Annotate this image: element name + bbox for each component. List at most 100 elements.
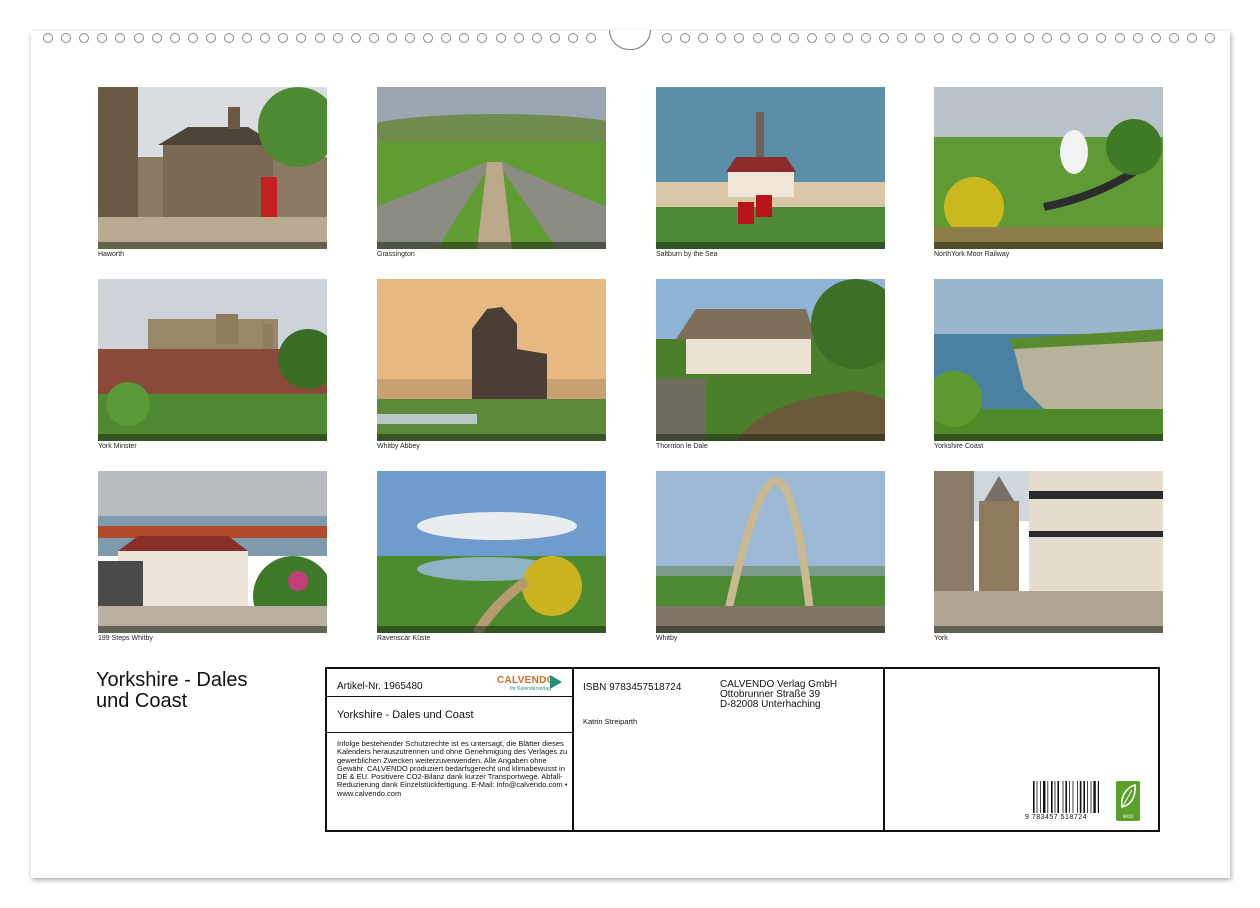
binding-hole: [205, 33, 216, 43]
binding-hole: [79, 33, 90, 43]
binding-hole: [242, 33, 253, 43]
binding-hole: [1024, 33, 1034, 43]
title-line-1: Yorkshire - Dales: [96, 669, 248, 691]
binding-hole: [459, 33, 470, 43]
photo-caption: York: [934, 635, 948, 642]
binding-hole: [951, 33, 962, 43]
binding-hole: [43, 33, 53, 43]
binding-hole: [1078, 33, 1089, 43]
binding-hole: [169, 33, 180, 43]
legal-notice: Infolge bestehender Schutzrechte ist es …: [337, 739, 568, 798]
article-number: Artikel-Nr. 1965480: [337, 681, 423, 692]
title-line-2: und Coast: [96, 690, 188, 712]
binding-hole: [1042, 33, 1053, 43]
photo-illustration: [98, 279, 327, 441]
binding-hole: [332, 33, 343, 43]
calendar-strip: [934, 434, 1163, 441]
calvendo-logo-icon: [550, 675, 562, 689]
binding-hole: [549, 33, 560, 43]
photo-illustration: [934, 279, 1163, 441]
barcode-number: 9 783457 518724: [1025, 814, 1087, 821]
photo-caption: Haworth: [98, 251, 125, 258]
binding-hole: [987, 33, 998, 43]
month-photo: [934, 471, 1163, 633]
binding-hole: [806, 33, 817, 43]
binding-hole: [368, 33, 379, 43]
binding-hole: [897, 33, 908, 43]
photo-caption: Grassington: [377, 251, 415, 258]
binding-hole: [187, 33, 198, 43]
binding-hole: [824, 33, 835, 43]
author: Katrin Streiparth: [583, 717, 638, 726]
binding-hole: [1114, 33, 1125, 43]
binding-hole: [296, 33, 307, 43]
isbn: ISBN 9783457518724: [583, 682, 682, 693]
calvendo-logo: CALVENDO: [497, 675, 555, 686]
binding-hole: [1096, 33, 1107, 43]
photo-caption: Whitby Abbey: [377, 443, 420, 450]
calendar-strip: [656, 434, 885, 441]
binding-hole: [716, 33, 727, 43]
binding-hole: [567, 33, 578, 43]
calendar-strip: [934, 626, 1163, 633]
photo-caption: NorthYork Moor Railway: [934, 251, 1010, 258]
eco-badge: eco: [1116, 781, 1140, 821]
calendar-strip: [377, 626, 606, 633]
binding-hole: [61, 33, 72, 43]
photo-caption: 199 Steps Whitby: [98, 635, 153, 642]
photo-caption: Thornton le Dale: [656, 443, 708, 450]
binding-hole: [843, 33, 853, 43]
calvendo-tagline: Ihr Kalenderverlag: [510, 686, 551, 692]
binding-hole: [133, 33, 144, 43]
binding-hole: [1132, 33, 1143, 43]
month-photo: [934, 279, 1163, 441]
binding-hole: [386, 33, 397, 43]
binding-hole: [879, 33, 890, 43]
binding-hole: [477, 33, 488, 43]
barcode: [1033, 781, 1099, 813]
month-photo: [656, 279, 885, 441]
photo-illustration: [98, 471, 327, 633]
binding-hole: [734, 33, 745, 43]
photo-illustration: [934, 471, 1163, 633]
product-title: Yorkshire - Dales und Coast: [337, 709, 474, 721]
binding-hole: [260, 33, 271, 43]
binding-hole: [1205, 33, 1215, 43]
binding-hole: [115, 33, 126, 43]
binding-hole: [495, 33, 506, 43]
binding-hole: [933, 33, 944, 43]
binding-hole: [423, 33, 434, 43]
month-photo: [377, 279, 606, 441]
imprint-box: Artikel-Nr. 1965480 CALVENDO Ihr Kalende…: [325, 667, 1160, 832]
month-photo: [656, 471, 885, 633]
binding-hole: [915, 33, 926, 43]
month-photo: [656, 87, 885, 249]
binding-hole: [151, 33, 162, 43]
binding-hole: [770, 33, 781, 43]
month-photo: [934, 87, 1163, 249]
binding-hole: [314, 33, 325, 43]
photo-illustration: [98, 87, 327, 249]
calendar-strip: [377, 242, 606, 249]
binding-hole: [441, 33, 452, 43]
photo-illustration: [656, 87, 885, 249]
binding-hole: [1060, 33, 1071, 43]
photo-illustration: [656, 279, 885, 441]
binding-hole: [861, 33, 872, 43]
photo-caption: York Minster: [98, 443, 137, 450]
binding-hole: [1168, 33, 1179, 43]
month-photo: [377, 471, 606, 633]
calendar-strip: [98, 242, 327, 249]
photo-caption: Yorkshire Coast: [934, 443, 984, 450]
publisher-address: CALVENDO Verlag GmbH Ottobrunner Straße …: [720, 680, 837, 710]
calendar-strip: [656, 626, 885, 633]
calendar-strip: [98, 434, 327, 441]
binding-hole: [586, 33, 596, 43]
binding-hole: [680, 33, 691, 43]
leaf-icon: [1120, 783, 1136, 808]
binding-hole: [278, 33, 289, 43]
binding-hole: [752, 33, 763, 43]
calendar-strip: [377, 434, 606, 441]
binding-hole: [1005, 33, 1016, 43]
photo-illustration: [934, 87, 1163, 249]
